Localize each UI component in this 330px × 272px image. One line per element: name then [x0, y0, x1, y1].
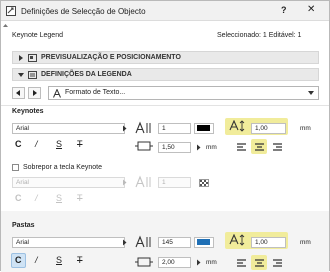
folders-text-height-input[interactable]: 1,00 [251, 237, 286, 248]
unit-label: mm [300, 239, 311, 246]
legend-settings-icon [28, 71, 37, 79]
unit-label: mm [206, 144, 217, 151]
color-swatch [197, 125, 210, 131]
align-right-icon[interactable] [273, 143, 282, 151]
section-preview-positioning[interactable]: PREVISUALIZAÇÃO E POSICIONAMENTO [12, 51, 319, 64]
bold-button-disabled[interactable]: C [15, 193, 22, 203]
pattern-swatch-icon[interactable] [199, 179, 209, 187]
strikethrough-button-disabled[interactable]: T [77, 193, 83, 203]
window-title: Definições de Selecção de Objecto [21, 7, 146, 16]
align-right-icon[interactable] [273, 259, 282, 267]
keynotes-pen-color-swatch[interactable] [194, 123, 214, 134]
scroll-up-icon[interactable] [3, 23, 8, 28]
panel-select-value: Formato de Texto... [65, 89, 126, 96]
text-height-icon [229, 120, 245, 132]
divider [1, 105, 329, 106]
pen-icon [135, 121, 151, 134]
unit-label: mm [300, 125, 311, 132]
underline-button[interactable]: S [56, 139, 62, 149]
caret-right-icon[interactable] [196, 259, 201, 266]
chevron-down-icon [308, 91, 314, 95]
caret-right-icon[interactable] [122, 239, 127, 246]
italic-button[interactable]: / [35, 255, 38, 265]
italic-button[interactable]: / [35, 139, 38, 149]
caret-right-icon[interactable] [122, 125, 127, 132]
align-center-icon[interactable] [255, 259, 264, 267]
section-legend-settings[interactable]: DEFINIÇÕES DA LEGENDA [12, 68, 319, 81]
folders-pen-color-swatch[interactable] [194, 237, 214, 248]
chevron-left-icon [16, 90, 20, 96]
selection-status: Seleccionado: 1 Editável: 1 [217, 32, 302, 39]
close-button[interactable]: ✕ [307, 4, 315, 15]
dialog-window: Definições de Selecção de Objecto ? ✕ Ke… [0, 0, 330, 272]
override-keynote-label: Sobrepor a tecla Keynote [23, 164, 102, 171]
title-bar[interactable]: Definições de Selecção de Objecto ? ✕ [1, 1, 329, 21]
element-name: Keynote Legend [12, 32, 63, 39]
bold-button[interactable]: C [15, 139, 22, 149]
pen-icon [135, 175, 151, 188]
bold-button[interactable]: C [15, 255, 22, 265]
keynotes-font-select[interactable]: Arial [12, 123, 125, 134]
keynotes-pen-number[interactable]: 1 [158, 123, 191, 134]
override-pen-number[interactable]: 1 [158, 177, 191, 188]
align-left-icon[interactable] [237, 143, 246, 151]
previous-panel-button[interactable] [12, 87, 25, 99]
folders-font-select[interactable]: Arial [12, 237, 125, 248]
folders-pen-number[interactable]: 145 [158, 237, 191, 248]
section-label: DEFINIÇÕES DA LEGENDA [41, 71, 132, 78]
folders-width-input[interactable]: 2,00 [158, 257, 191, 268]
keynotes-width-input[interactable]: 1,50 [158, 142, 191, 153]
next-panel-button[interactable] [28, 87, 41, 99]
keynotes-group-label: Keynotes [12, 108, 44, 115]
caret-right-icon[interactable] [122, 179, 127, 186]
keynotes-font-value: Arial [16, 125, 30, 132]
color-swatch [197, 239, 210, 245]
strikethrough-button[interactable]: T [77, 139, 83, 149]
underline-button-disabled[interactable]: S [56, 193, 62, 203]
text-height-icon [229, 234, 245, 246]
align-center-icon[interactable] [255, 143, 264, 151]
keynotes-text-height-input[interactable]: 1,00 [251, 123, 286, 134]
underline-button[interactable]: S [56, 255, 62, 265]
preview-positioning-icon [28, 54, 37, 62]
help-button[interactable]: ? [281, 5, 287, 15]
pen-icon [135, 235, 151, 248]
override-keynote-checkbox[interactable] [12, 164, 19, 171]
panel-navigator: Formato de Texto... [12, 86, 319, 101]
text-format-icon [53, 89, 61, 98]
panel-select[interactable]: Formato de Texto... [48, 86, 319, 100]
unit-label: mm [206, 259, 217, 266]
width-factor-icon [135, 257, 153, 267]
caret-right-icon[interactable] [196, 144, 201, 151]
app-icon [6, 6, 16, 16]
align-left-icon[interactable] [237, 259, 246, 267]
width-factor-icon [135, 141, 153, 151]
collapse-arrow-icon[interactable] [18, 72, 24, 78]
italic-button-disabled[interactable]: / [35, 193, 38, 203]
expand-arrow-icon[interactable] [18, 55, 24, 61]
override-font-select[interactable]: Arial [12, 177, 125, 188]
strikethrough-button[interactable]: T [77, 255, 83, 265]
section-label: PREVISUALIZAÇÃO E POSICIONAMENTO [41, 54, 181, 61]
folders-group: Pastas Arial 145 1,00 mm C / S T 2,00 mm [1, 211, 329, 272]
folders-group-label: Pastas [12, 222, 35, 229]
chevron-right-icon [33, 90, 37, 96]
